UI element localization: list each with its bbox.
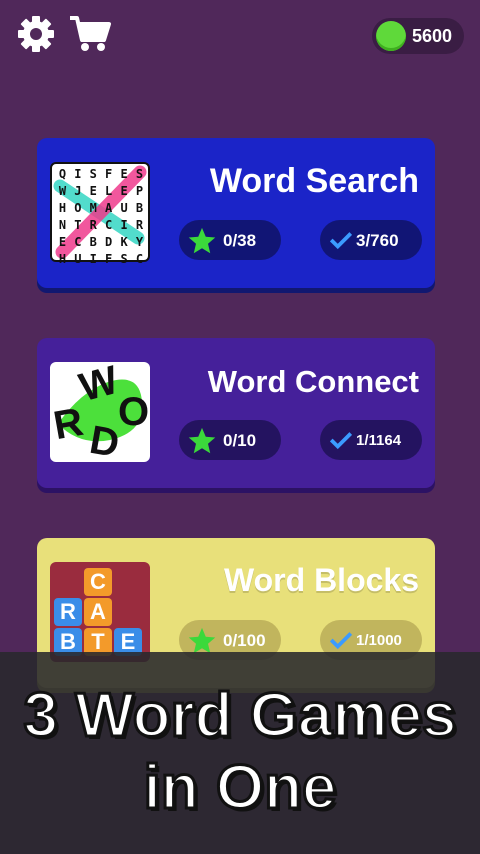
word-connect-thumbnail: W O R D [50,358,150,466]
stars-count: 0/38 [223,231,257,250]
grid-letter: H [58,201,67,215]
grid-letter: D [105,235,113,249]
banner-line-2: in One [142,752,338,824]
star-icon [188,427,216,454]
stars-badge: 0/10 [179,420,281,460]
game-title: Word Connect [207,364,419,399]
grid-letter: W [58,184,67,198]
game-title: Word Blocks [224,562,419,598]
block-r: R [54,598,82,626]
grid-letter: S [135,167,144,181]
grid-letter: F [105,252,113,266]
grid-letter: R [135,218,144,232]
grid-letter: O [74,201,82,215]
top-bar: 5600 [0,0,480,70]
grid-letter: I [74,167,82,181]
game-card-word-connect[interactable]: W O R D Word Connect 0/10 1/1164 [37,338,435,488]
grid-row: ECBDKY [55,234,147,251]
grid-letter: Y [135,235,144,249]
word-blocks-thumbnail: C R A B T E [50,562,150,662]
grid-letter: S [89,167,97,181]
completed-count: 1/1164 [356,432,402,449]
grid-row: QISFES [55,166,147,183]
check-icon [329,632,353,650]
game-title: Word Search [209,162,419,200]
grid-letter: U [74,252,82,266]
stars-count: 0/100 [223,631,266,650]
stars-badge: 0/38 [179,220,281,260]
grid-row: WJELEP [55,183,147,200]
grid-letter: E [120,167,128,181]
grid-letter: A [105,201,113,215]
check-icon [329,232,353,250]
coin-count: 5600 [412,26,453,46]
grid-letter: E [58,235,67,249]
grid-letter: L [105,184,113,198]
grid-letter: B [89,235,97,249]
grid-letter: R [89,218,97,232]
block-a: A [84,598,112,626]
coin-balance[interactable]: 5600 [372,18,464,54]
gear-icon [18,16,54,52]
grid-letter: H [58,252,67,266]
completed-badge: 1/1164 [320,420,422,460]
grid-letter: I [120,218,128,232]
grid-letter: Q [58,167,67,181]
banner-line-1: 3 Word Games [22,680,458,752]
grid-letter: P [135,184,144,198]
grid-letter: N [58,218,67,232]
letter-o: O [118,390,150,434]
settings-button[interactable] [16,14,56,59]
stars-count: 0/10 [223,431,257,450]
grid-letter: E [89,184,97,198]
grid-letter: J [74,184,82,198]
coin-icon [376,21,406,51]
grid-letter: M [89,201,97,215]
promo-banner: 3 Word Games in One [0,652,480,854]
grid-letter: K [120,235,128,249]
completed-count: 1/1000 [356,632,402,649]
grid-row: NTRCIR [55,217,147,234]
grid-letter: C [135,252,144,266]
grid-letter: C [105,218,113,232]
star-icon [188,227,216,254]
grid-letter: T [74,218,82,232]
check-icon [329,432,353,450]
grid-letter: C [74,235,82,249]
grid-row: HUIFSC [55,251,147,268]
letter-grid: QISFESWJELEPHOMAUBNTRCIRECBDKYHUIFSC [55,166,147,268]
shop-button[interactable] [68,14,112,59]
grid-row: HOMAUB [55,200,147,217]
block-c: C [84,568,112,596]
grid-letter: I [89,252,97,266]
game-card-word-search[interactable]: QISFESWJELEPHOMAUBNTRCIRECBDKYHUIFSC Wor… [37,138,435,288]
cart-icon [70,16,111,51]
grid-letter: S [120,252,128,266]
grid-letter: B [135,201,144,215]
completed-count: 3/760 [356,231,399,250]
grid-letter: F [105,167,113,181]
grid-letter: E [120,184,128,198]
completed-badge: 3/760 [320,220,422,260]
word-search-thumbnail: QISFESWJELEPHOMAUBNTRCIRECBDKYHUIFSC [50,162,150,266]
grid-letter: U [120,201,128,215]
